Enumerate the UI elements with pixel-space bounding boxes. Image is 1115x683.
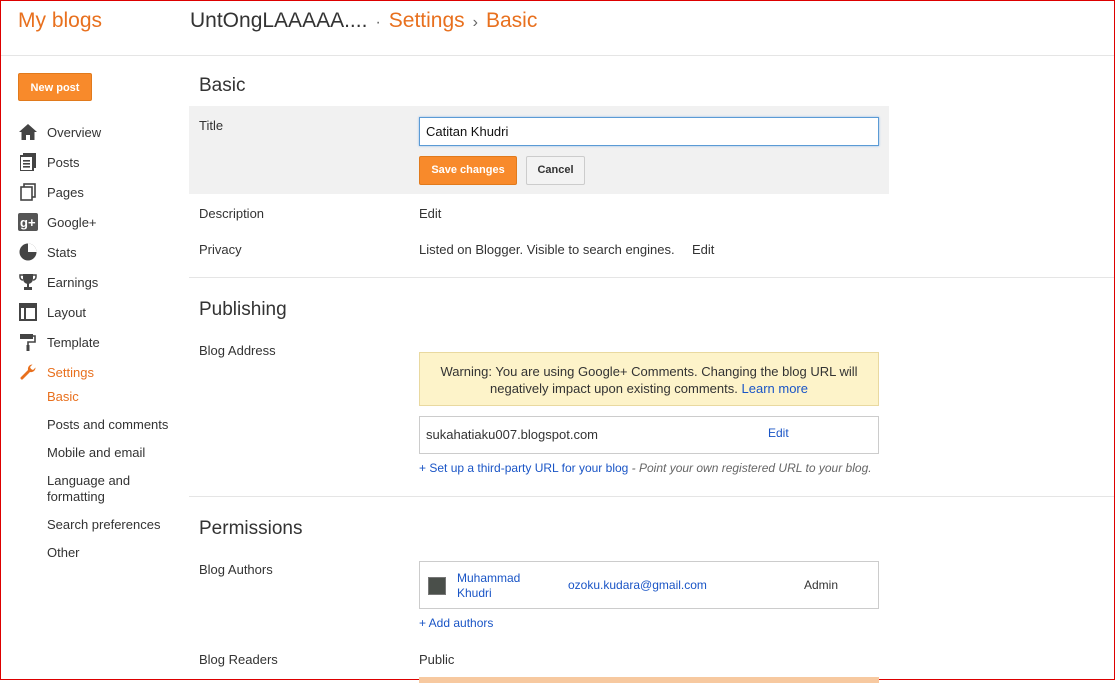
blog-authors-label: Blog Authors — [199, 562, 273, 577]
permissions-section-title: Permissions — [199, 518, 303, 539]
new-post-button[interactable]: New post — [18, 73, 92, 101]
title-label: Title — [199, 118, 224, 133]
sidebar-item-label: Earnings — [47, 274, 99, 290]
blog-address-box: sukahatiaku007.blogspot.com Edit — [419, 416, 879, 454]
sidebar-item-label: Pages — [47, 184, 84, 200]
breadcrumb-separator: › — [472, 14, 478, 31]
sidebar-item-overview[interactable]: Overview — [18, 117, 188, 147]
title-input[interactable] — [419, 117, 879, 146]
settings-crumb[interactable]: Settings — [389, 9, 465, 32]
blog-address-value: sukahatiaku007.blogspot.com — [426, 427, 599, 442]
paint-roller-icon — [18, 332, 38, 352]
sidebar-item-label: Overview — [47, 124, 102, 140]
pages-icon — [18, 182, 38, 202]
sidebar-item-stats[interactable]: Stats — [18, 237, 188, 267]
google-plus-comments-warning: Warning: You are using Google+ Comments.… — [419, 352, 879, 406]
sidebar-item-pages[interactable]: Pages — [18, 177, 188, 207]
breadcrumb: UntOngLAAAAA.... · Settings › Basic — [190, 9, 537, 33]
sidebar-item-google-plus[interactable]: g+ Google+ — [18, 207, 188, 237]
svg-text:g+: g+ — [20, 215, 36, 230]
save-changes-button[interactable]: Save changes — [419, 156, 517, 185]
breadcrumb-separator: · — [375, 14, 381, 31]
sidebar-item-label: Google+ — [47, 214, 97, 230]
blog-authors-box: Muhammad Khudri ozoku.kudara@gmail.com A… — [419, 561, 879, 609]
sidebar-item-layout[interactable]: Layout — [18, 297, 188, 327]
layout-icon — [18, 302, 38, 322]
blog-title-crumb[interactable]: UntOngLAAAAA.... — [190, 9, 367, 32]
trophy-icon — [18, 272, 38, 292]
author-name-link[interactable]: Muhammad Khudri — [457, 571, 537, 601]
privacy-value: Listed on Blogger. Visible to search eng… — [419, 242, 675, 257]
blog-address-edit-link[interactable]: Edit — [768, 426, 789, 440]
sidebar-item-label: Settings — [47, 364, 94, 380]
basic-crumb: Basic — [485, 9, 538, 32]
sidebar-item-settings[interactable]: Settings — [18, 357, 188, 387]
privacy-edit-link[interactable]: Edit — [692, 242, 714, 257]
section-divider — [189, 277, 1114, 278]
sidebar-item-template[interactable]: Template — [18, 327, 188, 357]
third-party-url-row: + Set up a third-party URL for your blog… — [419, 461, 872, 475]
stats-icon — [18, 242, 38, 262]
sidebar-item-earnings[interactable]: Earnings — [18, 267, 188, 297]
home-icon — [18, 122, 38, 142]
cancel-button[interactable]: Cancel — [526, 156, 585, 185]
sidebar-item-label: Layout — [47, 304, 87, 320]
blog-readers-value: Public — [419, 652, 455, 667]
sidebar-subitem-posts-and-comments[interactable]: Posts and comments — [47, 417, 187, 433]
top-header: My blogs UntOngLAAAAA.... · Settings › Basic — [1, 1, 1114, 56]
author-avatar — [428, 577, 446, 595]
privacy-label: Privacy — [199, 242, 242, 257]
basic-section-title: Basic — [199, 75, 246, 96]
sidebar-subitem-language-and-formatting[interactable]: Language and formatting — [47, 473, 157, 505]
author-role[interactable]: Admin — [804, 578, 838, 592]
readers-option-box — [419, 677, 879, 683]
my-blogs-link[interactable]: My blogs — [18, 9, 102, 33]
wrench-icon — [18, 362, 38, 382]
sidebar-item-label: Stats — [47, 244, 77, 260]
add-authors-link[interactable]: + Add authors — [419, 616, 493, 630]
sidebar-subitem-basic[interactable]: Basic — [47, 389, 187, 405]
sidebar-subitem-search-preferences[interactable]: Search preferences — [47, 517, 187, 533]
blog-address-label: Blog Address — [199, 343, 276, 358]
blog-readers-label: Blog Readers — [199, 652, 278, 667]
third-party-url-link[interactable]: + Set up a third-party URL for your blog — [419, 461, 628, 475]
posts-icon — [18, 152, 38, 172]
description-label: Description — [199, 206, 265, 221]
third-party-url-note: - Point your own registered URL to your … — [631, 461, 872, 475]
publishing-section-title: Publishing — [199, 299, 287, 320]
author-email-link[interactable]: ozoku.kudara@gmail.com — [568, 578, 707, 592]
sidebar-subitem-other[interactable]: Other — [47, 545, 187, 561]
section-divider — [189, 496, 1114, 497]
sidebar-nav: Overview Posts Pages g+ Google+ Stats Ea… — [18, 117, 188, 387]
sidebar-item-posts[interactable]: Posts — [18, 147, 188, 177]
description-edit-link[interactable]: Edit — [419, 206, 441, 221]
sidebar-item-label: Template — [47, 334, 100, 350]
learn-more-link[interactable]: Learn more — [742, 381, 808, 396]
sidebar-item-label: Posts — [47, 154, 80, 170]
google-plus-icon: g+ — [18, 212, 38, 232]
sidebar-subitem-mobile-and-email[interactable]: Mobile and email — [47, 445, 187, 461]
